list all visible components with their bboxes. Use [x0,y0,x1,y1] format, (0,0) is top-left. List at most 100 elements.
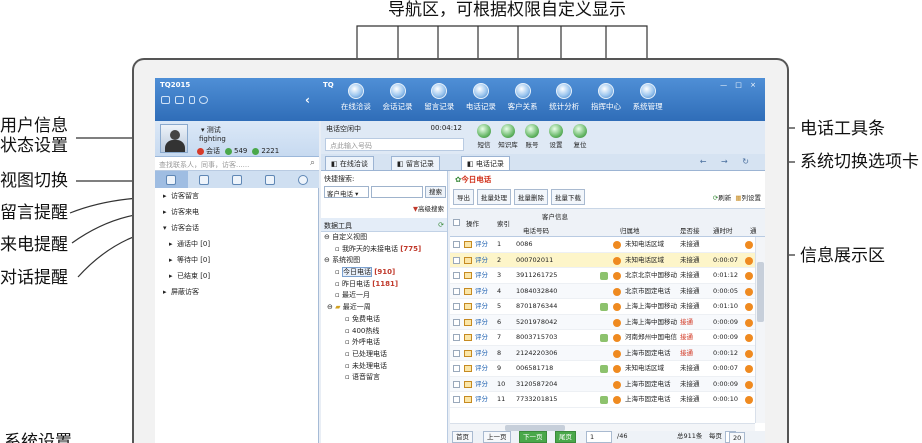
tree-ended[interactable]: ▸ 已结束 [0] [155,270,318,283]
call-icon[interactable] [613,365,621,373]
table-row[interactable]: 评分 5 8701876344 上海上海中国移动 未接通 0:01:10 [450,299,755,315]
vertical-scrollbar[interactable] [755,237,765,423]
batch-delete-button[interactable]: 批量删除 [514,189,548,205]
prev-page-button[interactable]: 上一页 [483,431,511,443]
row-checkbox[interactable] [453,334,460,341]
edit-icon[interactable] [464,334,472,341]
tab-online-chat[interactable]: ◧ 在线洽谈 [325,156,374,170]
row-checkbox[interactable] [453,318,460,326]
per-page-select[interactable]: 20 ▾ [725,431,746,443]
settings-button[interactable]: 设置 [544,121,568,154]
sms-button[interactable]: 短信 [472,121,496,154]
edit-icon[interactable] [464,241,472,248]
table-row[interactable]: 评分 9 006581718 未知电话区域 未接通 0:00:07 [450,361,755,377]
rate-link[interactable]: 评分 [475,392,488,408]
tab-contacts[interactable] [188,171,221,188]
tree-free-calls[interactable]: ▫ 免费电话 [321,314,447,326]
tree-outbound-calls[interactable]: ▫ 外呼电话 [321,337,447,349]
call-icon[interactable] [613,287,621,296]
play-icon[interactable] [745,349,753,358]
nav-session-records[interactable]: 会话记录 [377,78,419,112]
horizontal-scrollbar[interactable] [450,423,755,431]
search-button[interactable]: 搜索 [425,186,446,198]
tree-in-call[interactable]: ▸ 通话中 [0] [155,238,318,251]
tab-message-records[interactable]: ◧ 留言记录 [391,156,440,170]
edit-icon[interactable] [464,380,472,388]
play-icon[interactable] [745,380,753,389]
tree-custom-views[interactable]: ⊖ 自定义视图 [321,232,447,244]
nav-customer-relations[interactable]: 客户关系 [502,78,544,112]
sms-small-icon[interactable] [600,334,608,342]
table-row[interactable]: 评分 11 7733201815 上海市固定电话 未接通 0:00:10 [450,392,755,408]
tab-history[interactable] [286,171,319,188]
batch-download-button[interactable]: 批量下载 [551,189,585,205]
play-icon[interactable] [745,287,753,296]
edit-icon[interactable] [464,256,472,264]
tab-colleagues[interactable] [221,171,254,188]
nav-phone-records[interactable]: 电话记录 [460,78,502,112]
edit-icon[interactable] [464,287,472,295]
tree-voicemail[interactable]: ▫ 语音留言 [321,372,447,384]
row-checkbox[interactable] [453,380,460,388]
page-input[interactable]: 1 [586,431,612,443]
last-page-button[interactable]: 尾页 [555,431,576,443]
play-icon[interactable] [745,396,753,404]
play-icon[interactable] [745,334,753,342]
edit-icon[interactable] [464,318,472,326]
call-icon[interactable] [613,380,621,389]
play-icon[interactable] [745,365,753,373]
rate-link[interactable]: 评分 [475,284,488,300]
nav-online-chat[interactable]: 在线洽谈 [335,78,377,112]
call-icon[interactable] [613,256,621,265]
rate-link[interactable]: 评分 [475,346,488,362]
nav-command-center[interactable]: 指挥中心 [585,78,627,112]
tree-unhandled-calls[interactable]: ▫ 未处理电话 [321,361,447,373]
tree-blocked-visitors[interactable]: ▸ 屏蔽访客 [155,286,318,299]
nav-statistics[interactable]: 统计分析 [543,78,585,112]
rate-link[interactable]: 评分 [475,299,488,315]
search-field-select[interactable]: 客户电话 ▾ [324,186,369,198]
rate-link[interactable]: 评分 [475,253,488,269]
call-icon[interactable] [613,272,621,280]
tab-phone-records[interactable]: ◧ 电话记录 [461,156,510,170]
reset-button[interactable]: 复位 [568,121,592,154]
call-icon[interactable] [613,334,621,342]
tree-waiting[interactable]: ▸ 等待中 [0] [155,254,318,267]
row-checkbox[interactable] [453,303,460,310]
call-icon[interactable] [613,241,621,249]
row-checkbox[interactable] [453,256,460,264]
refresh-button[interactable]: 刷新 [718,194,731,202]
play-icon[interactable] [745,256,753,265]
edit-icon[interactable] [464,272,472,279]
sms-small-icon[interactable] [600,303,608,311]
call-icon[interactable] [613,349,621,358]
chat-icon[interactable] [175,96,184,104]
rate-link[interactable]: 评分 [475,330,488,346]
quick-search-input[interactable] [371,186,423,198]
edit-icon[interactable] [464,365,472,372]
advanced-search-link[interactable]: ▼高级搜索 [413,203,444,213]
edit-icon[interactable] [464,349,472,357]
sms-small-icon[interactable] [600,272,608,280]
mail-icon[interactable] [161,96,170,104]
nav-system-admin[interactable]: 系统管理 [627,78,669,112]
col-area[interactable]: 归属地 [620,225,640,235]
table-row[interactable]: 评分 6 5201978042 上海上海中国移动 接通 0:00:09 [450,314,755,330]
phone-number-input[interactable]: 点此输入号码 [325,138,464,151]
table-row[interactable]: 评分 1 0086 未知电话区域 未接通 [450,237,755,253]
table-row[interactable]: 评分 4 1084032840 北京市固定电话 未接通 0:00:05 [450,283,755,300]
knowledge-base-button[interactable]: 知识库 [496,121,520,154]
tree-visitor-calls[interactable]: ▸ 访客来电 [155,206,318,219]
row-checkbox[interactable] [453,287,460,295]
col-connected[interactable]: 是否接 [680,225,700,235]
tree-last-month[interactable]: ▫ 最近一月 [321,290,447,302]
tree-visitor-messages[interactable]: ▸ 访客留言 [155,190,318,203]
tree-yesterday-calls[interactable]: ▫ 昨日电话 [1181] [321,279,447,291]
tab-nav-arrows[interactable]: ← → ↻ [700,157,755,166]
play-icon[interactable] [745,241,753,249]
first-page-button[interactable]: 首页 [452,431,473,443]
account-button[interactable]: 账号 [520,121,544,154]
rate-link[interactable]: 评分 [475,268,488,284]
row-checkbox[interactable] [453,241,460,248]
row-checkbox[interactable] [453,365,460,372]
